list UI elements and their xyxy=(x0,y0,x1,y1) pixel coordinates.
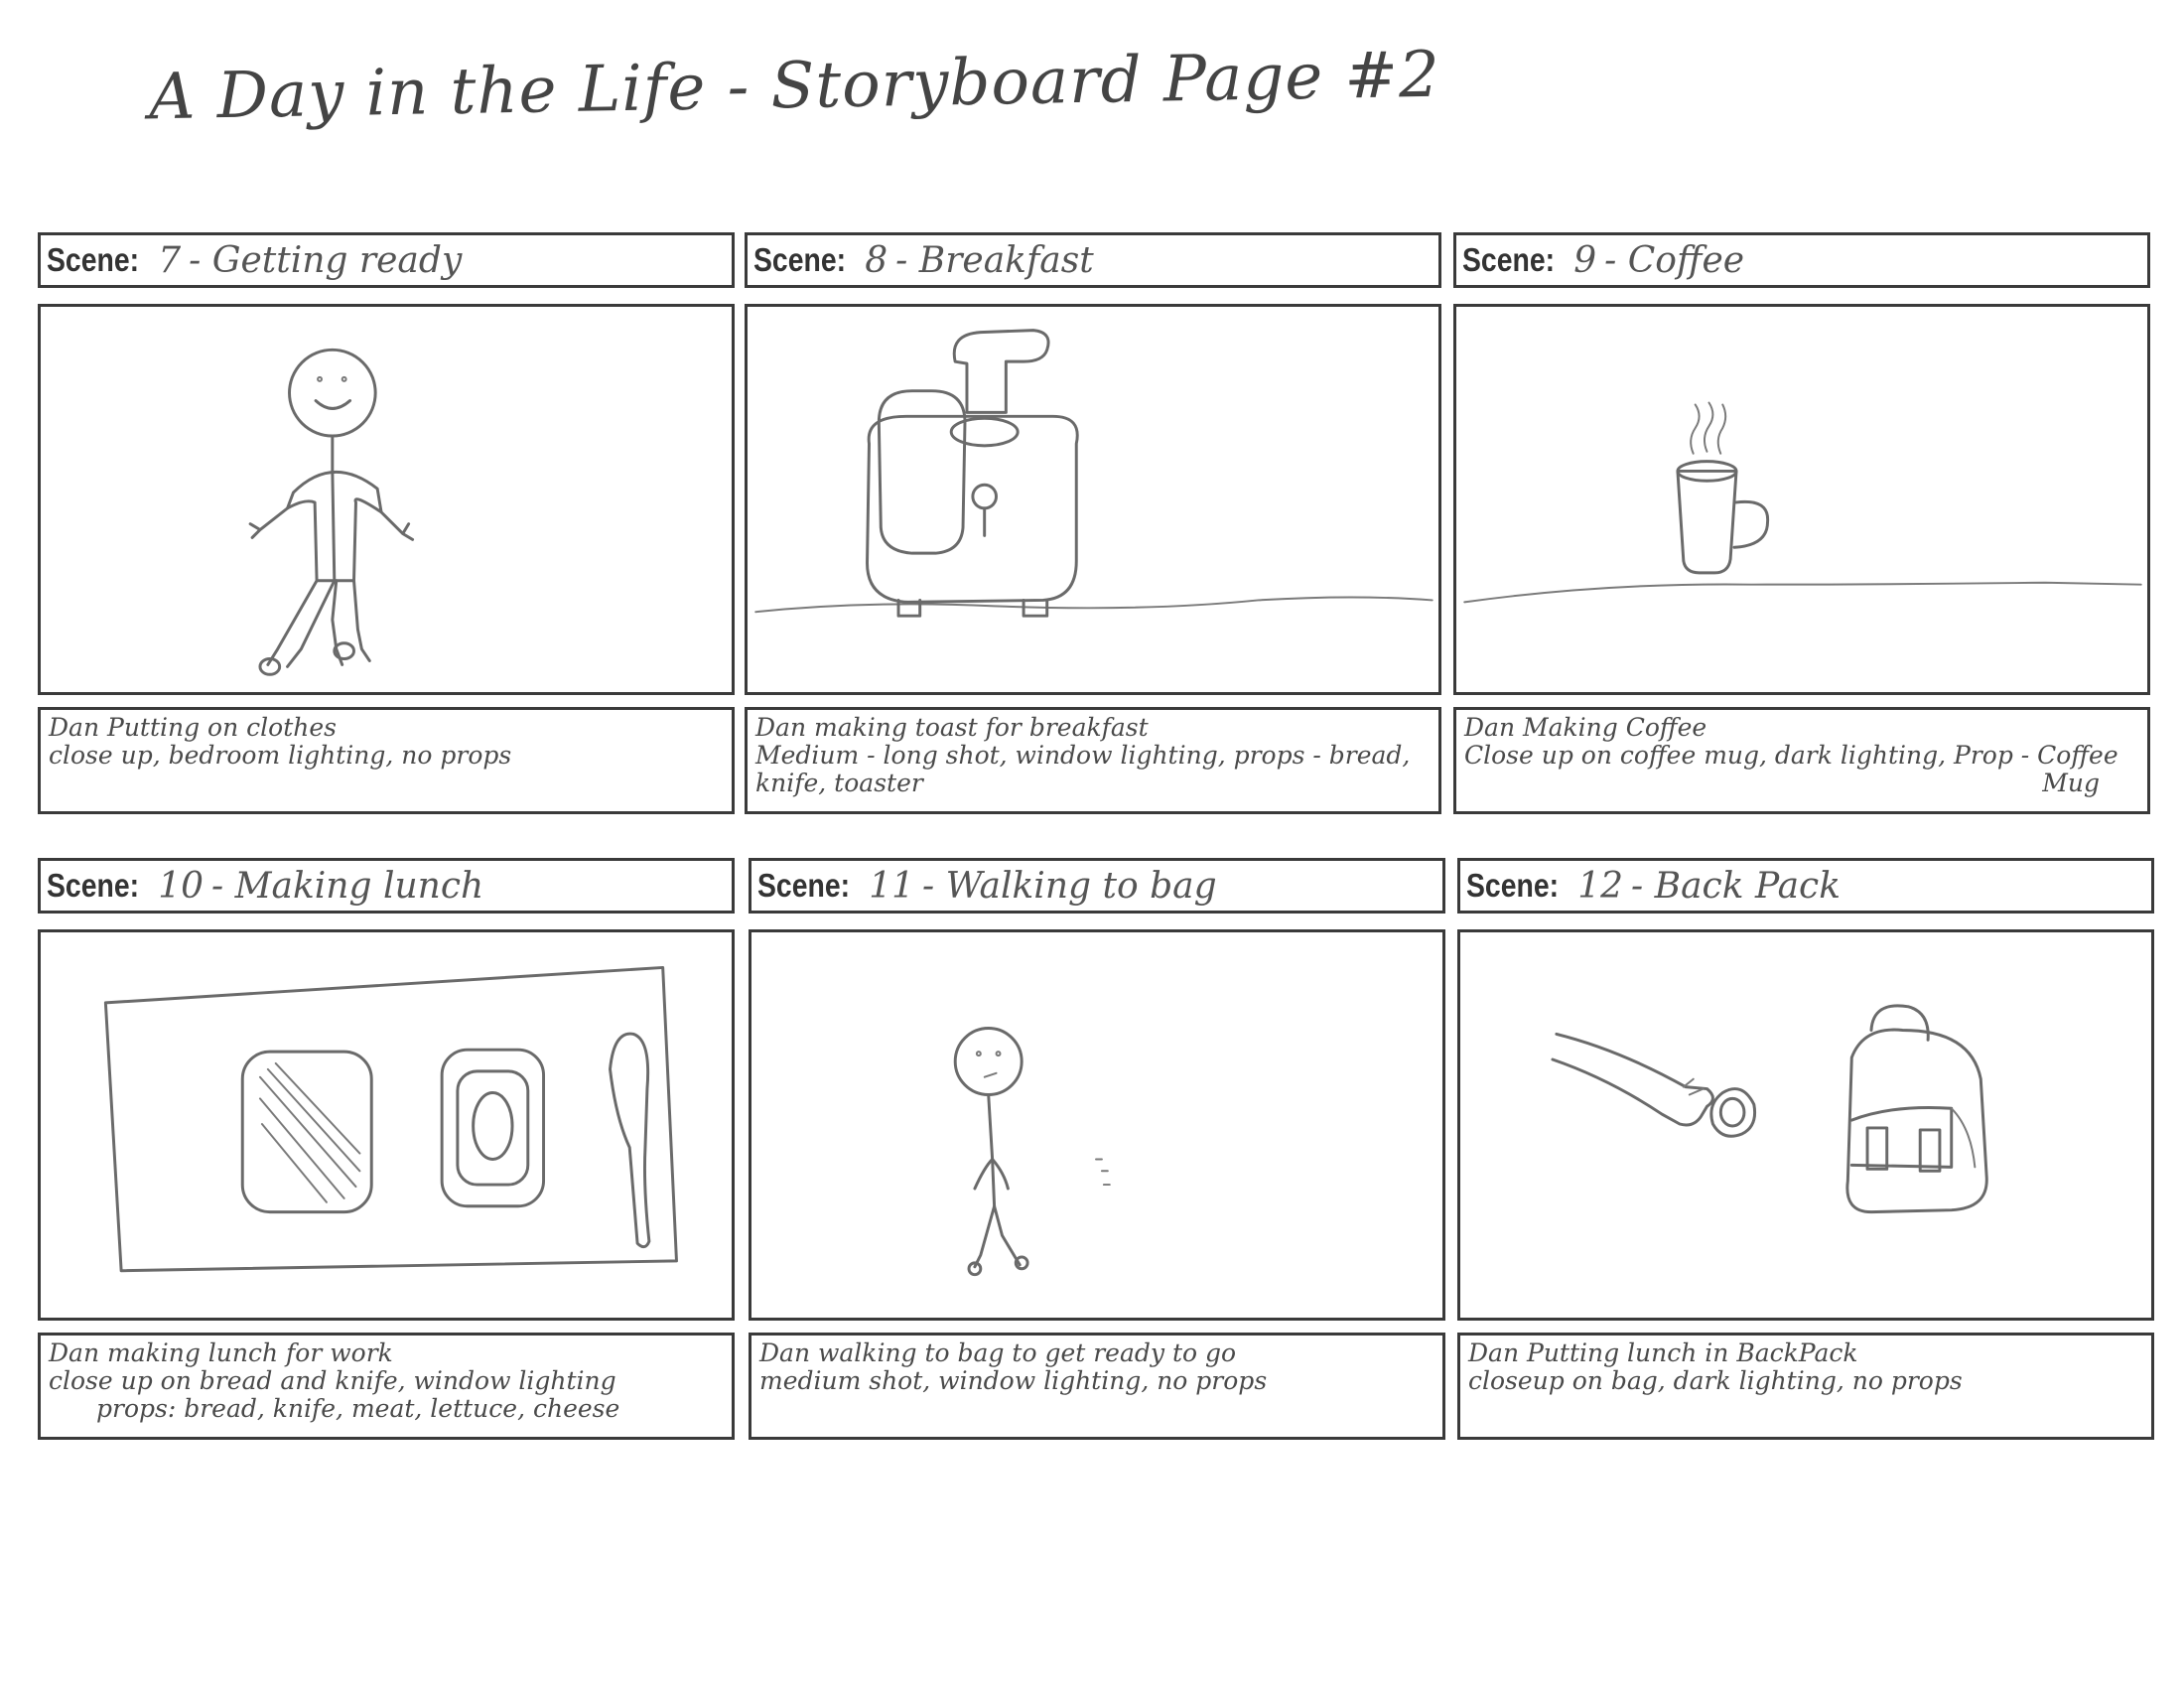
scene-number: 11 xyxy=(869,865,915,907)
walking-stick-figure-sketch xyxy=(953,1027,1111,1277)
scene-name: - Walking to bag xyxy=(922,865,1217,907)
note-line: Medium - long shot, window lighting, pro… xyxy=(755,741,1411,770)
scene-header-7: Scene: 7 - Getting ready xyxy=(38,232,735,288)
scene-title: Breakfast xyxy=(918,239,1094,281)
toaster-sketch xyxy=(754,329,1433,618)
scene-number: 10 xyxy=(158,865,205,907)
note-line: Dan Putting on clothes xyxy=(49,713,337,742)
scene-name: - Coffee xyxy=(1604,239,1745,281)
coffee-mug-sketch xyxy=(1463,401,2142,604)
scene-number: 7 xyxy=(158,239,182,281)
scene-label: Scene: xyxy=(1466,867,1560,904)
note-line: Close up on coffee mug, dark lighting, P… xyxy=(1464,741,2118,770)
scene-label: Scene: xyxy=(47,867,140,904)
note-line: Dan Putting lunch in BackPack xyxy=(1468,1338,1858,1367)
note-line: close up, bedroom lighting, no props xyxy=(49,741,512,770)
stick-figure-dressing-sketch xyxy=(248,348,415,676)
lunch-board-sketch xyxy=(103,965,678,1273)
scene-notes-7: Dan Putting on clothes close up, bedroom… xyxy=(38,707,735,814)
scene-title: Making lunch xyxy=(234,865,484,907)
note-line: Dan walking to bag to get ready to go xyxy=(759,1338,1237,1367)
scene-name: - Breakfast xyxy=(895,239,1094,281)
scene-name: - Getting ready xyxy=(189,239,463,281)
scene-notes-9: Dan Making Coffee Close up on coffee mug… xyxy=(1453,707,2150,814)
note-line: Dan Making Coffee xyxy=(1464,713,1707,742)
scene-frame-8 xyxy=(745,304,1441,695)
note-line: Dan making toast for breakfast xyxy=(755,713,1149,742)
scene-frame-7 xyxy=(38,304,735,695)
scene-name: - Making lunch xyxy=(211,865,484,907)
scene-title: Back Pack xyxy=(1654,865,1842,907)
note-line: props: bread, knife, meat, lettuce, chee… xyxy=(96,1394,620,1423)
note-line: Mug xyxy=(2042,769,2100,797)
scene-number: 9 xyxy=(1573,239,1597,281)
scene-number: 12 xyxy=(1577,865,1624,907)
scene-header-8: Scene: 8 - Breakfast xyxy=(745,232,1441,288)
backpack-sketch xyxy=(1551,1004,1988,1214)
note-line: medium shot, window lighting, no props xyxy=(759,1366,1268,1395)
note-line: close up on bread and knife, window ligh… xyxy=(49,1366,616,1395)
scene-notes-10: Dan making lunch for work close up on br… xyxy=(38,1333,735,1440)
scene-frame-11 xyxy=(749,929,1445,1321)
scene-header-11: Scene: 11 - Walking to bag xyxy=(749,858,1445,914)
scene-title: Coffee xyxy=(1627,239,1745,281)
scene-header-9: Scene: 9 - Coffee xyxy=(1453,232,2150,288)
scene-name: - Back Pack xyxy=(1631,865,1842,907)
scene-label: Scene: xyxy=(1462,241,1556,278)
scene-notes-11: Dan walking to bag to get ready to go me… xyxy=(749,1333,1445,1440)
scene-title: Getting ready xyxy=(211,239,463,281)
note-line: closeup on bag, dark lighting, no props xyxy=(1468,1366,1963,1395)
scene-number: 8 xyxy=(865,239,888,281)
scene-frame-10 xyxy=(38,929,735,1321)
scene-label: Scene: xyxy=(47,241,140,278)
note-line: Dan making lunch for work xyxy=(49,1338,393,1367)
storyboard-page: A Day in the Life - Storyboard Page #2 S… xyxy=(0,0,2184,1688)
page-title: A Day in the Life - Storyboard Page #2 xyxy=(148,38,1441,135)
scene-label: Scene: xyxy=(753,241,847,278)
scene-notes-8: Dan making toast for breakfast Medium - … xyxy=(745,707,1441,814)
note-line: knife, toaster xyxy=(755,769,923,797)
scene-label: Scene: xyxy=(757,867,851,904)
scene-header-10: Scene: 10 - Making lunch xyxy=(38,858,735,914)
scene-header-12: Scene: 12 - Back Pack xyxy=(1457,858,2154,914)
scene-frame-12 xyxy=(1457,929,2154,1321)
scene-title: Walking to bag xyxy=(945,865,1217,907)
scene-frame-9 xyxy=(1453,304,2150,695)
scene-notes-12: Dan Putting lunch in BackPack closeup on… xyxy=(1457,1333,2154,1440)
